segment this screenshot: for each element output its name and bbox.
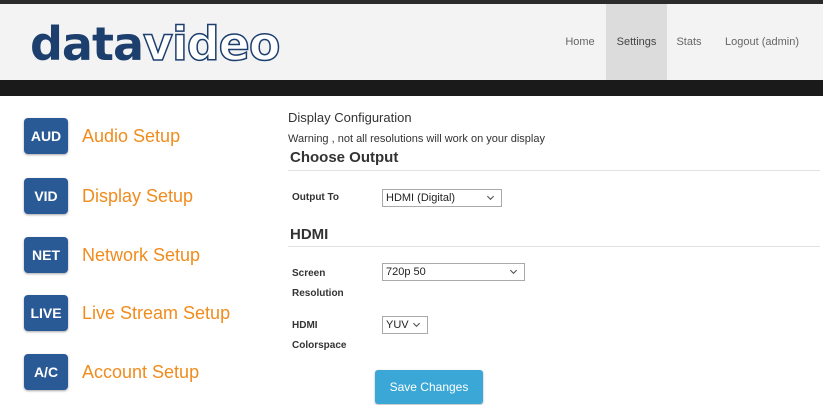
network-badge-icon: NET	[24, 237, 68, 273]
warning-text: Warning , not all resolutions will work …	[288, 133, 545, 145]
nav-stats[interactable]: Stats	[669, 4, 709, 80]
screen-resolution-label: Screen Resolution	[292, 264, 344, 304]
page-title: Display Configuration	[288, 110, 412, 125]
account-badge-icon: A/C	[24, 354, 68, 390]
nav-logout[interactable]: Logout (admin)	[714, 4, 810, 80]
hdmi-colorspace-label-line1: HDMI	[292, 320, 318, 331]
sidebar-item-account[interactable]: A/C Account Setup	[24, 354, 199, 390]
nav-home[interactable]: Home	[557, 4, 603, 80]
sidebar-item-label: Live Stream Setup	[82, 302, 231, 323]
sidebar-item-audio[interactable]: AUD Audio Setup	[24, 118, 180, 154]
hdmi-colorspace-label: HDMI Colorspace	[292, 316, 346, 356]
chevron-down-icon	[412, 322, 421, 328]
main-content: Display Configuration Warning , not all …	[288, 96, 823, 405]
output-to-select[interactable]: HDMI (Digital)	[382, 189, 502, 207]
sidebar: AUD Audio Setup VID Display Setup NET Ne…	[0, 96, 262, 405]
save-changes-button[interactable]: Save Changes	[375, 370, 483, 404]
choose-output-heading: Choose Output	[290, 149, 399, 166]
section-divider	[288, 170, 820, 171]
screen-resolution-label-line2: Resolution	[292, 288, 344, 299]
sidebar-item-label: Audio Setup	[82, 125, 181, 146]
hdmi-colorspace-value: YUV	[386, 319, 409, 331]
screen-resolution-value: 720p 50	[386, 266, 426, 278]
section-divider	[288, 246, 820, 247]
page: datavideo Home Settings Stats Logout (ad…	[0, 0, 823, 405]
hdmi-heading: HDMI	[290, 226, 329, 243]
output-to-label: Output To	[292, 192, 340, 203]
sidebar-item-label: Network Setup	[82, 244, 201, 265]
hdmi-colorspace-select[interactable]: YUV	[382, 316, 428, 334]
screen-resolution-label-line1: Screen	[292, 268, 326, 279]
sidebar-item-network[interactable]: NET Network Setup	[24, 237, 200, 273]
sidebar-item-label: Account Setup	[82, 361, 200, 382]
screen-resolution-select[interactable]: 720p 50	[382, 263, 525, 281]
audio-badge-icon: AUD	[24, 118, 68, 154]
top-nav: Home Settings Stats Logout (admin)	[0, 4, 823, 80]
chevron-down-icon	[486, 195, 495, 201]
live-badge-icon: LIVE	[24, 295, 68, 331]
header-divider-band	[0, 80, 823, 96]
output-to-value: HDMI (Digital)	[386, 192, 456, 204]
sidebar-item-display[interactable]: VID Display Setup	[24, 178, 193, 214]
video-badge-icon: VID	[24, 178, 68, 214]
sidebar-item-label: Display Setup	[82, 185, 194, 206]
chevron-down-icon	[509, 269, 518, 275]
nav-settings[interactable]: Settings	[606, 4, 667, 80]
sidebar-item-live-stream[interactable]: LIVE Live Stream Setup	[24, 295, 230, 331]
hdmi-colorspace-label-line2: Colorspace	[292, 340, 347, 351]
